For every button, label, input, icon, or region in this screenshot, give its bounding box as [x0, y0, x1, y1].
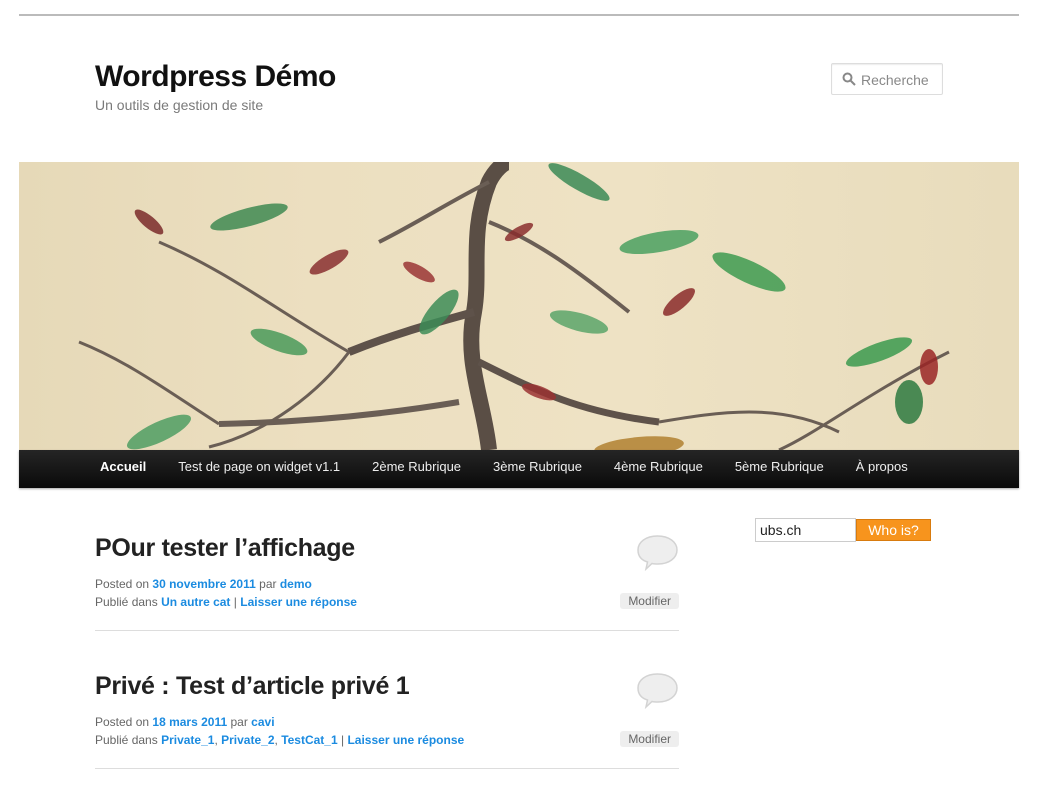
category-link[interactable]: Private_2 [221, 733, 274, 747]
post-title[interactable]: Privé : Test d’article privé 1 [95, 672, 410, 701]
site-description: Un outils de gestion de site [95, 97, 264, 113]
category-link[interactable]: Private_1 [161, 733, 214, 747]
post-date-link[interactable]: 18 mars 2011 [152, 715, 227, 729]
whois-button[interactable]: Who is? [856, 519, 931, 541]
published-in-label: Publié dans [95, 733, 158, 747]
nav-item-test-page[interactable]: Test de page on widget v1.1 [162, 450, 356, 488]
edit-button[interactable]: Modifier [620, 593, 679, 609]
meta-separator: | [341, 733, 345, 747]
nav-item-2eme-rubrique[interactable]: 2ème Rubrique [356, 450, 477, 488]
post-meta-date: Posted on 18 mars 2011 par cavi [95, 715, 275, 729]
posted-on-label: Posted on [95, 577, 150, 591]
by-label: par [259, 577, 277, 591]
header-image [19, 162, 1019, 450]
post-divider [95, 768, 679, 769]
top-rule [19, 14, 1019, 16]
post-divider [95, 630, 679, 631]
post-author-link[interactable]: cavi [251, 715, 274, 729]
posted-on-label: Posted on [95, 715, 150, 729]
site-title[interactable]: Wordpress Démo [95, 60, 336, 94]
nav-item-a-propos[interactable]: À propos [840, 450, 924, 488]
search-icon [842, 72, 856, 86]
category-link[interactable]: Un autre cat [161, 595, 230, 609]
main-nav: Accueil Test de page on widget v1.1 2ème… [19, 450, 1019, 488]
post-2: Privé : Test d’article privé 1 Posted on… [95, 672, 679, 772]
search-box[interactable] [831, 63, 943, 95]
search-input[interactable] [861, 70, 941, 90]
whois-domain-input[interactable] [755, 518, 856, 542]
published-in-label: Publié dans [95, 595, 158, 609]
nav-item-accueil[interactable]: Accueil [84, 450, 162, 488]
post-1: POur tester l’affichage Posted on 30 nov… [95, 534, 679, 634]
category-link[interactable]: TestCat_1 [281, 733, 337, 747]
comment-bubble-icon[interactable] [636, 534, 679, 571]
nav-item-3eme-rubrique[interactable]: 3ème Rubrique [477, 450, 598, 488]
nav-item-5eme-rubrique[interactable]: 5ème Rubrique [719, 450, 840, 488]
meta-separator: | [233, 595, 237, 609]
edit-button[interactable]: Modifier [620, 731, 679, 747]
comma: , [274, 733, 278, 747]
nav-item-4eme-rubrique[interactable]: 4ème Rubrique [598, 450, 719, 488]
post-title[interactable]: POur tester l’affichage [95, 534, 355, 563]
post-date-link[interactable]: 30 novembre 2011 [152, 577, 255, 591]
bonsai-photo [78, 162, 950, 450]
post-meta-date: Posted on 30 novembre 2011 par demo [95, 577, 312, 591]
post-meta-categories: Publié dans Un autre cat | Laisser une r… [95, 595, 357, 609]
by-label: par [230, 715, 248, 729]
comment-bubble-icon[interactable] [636, 672, 679, 709]
comma: , [214, 733, 218, 747]
leave-reply-link[interactable]: Laisser une réponse [347, 733, 464, 747]
leave-reply-link[interactable]: Laisser une réponse [240, 595, 357, 609]
post-author-link[interactable]: demo [280, 577, 312, 591]
post-meta-categories: Publié dans Private_1, Private_2, TestCa… [95, 733, 464, 747]
